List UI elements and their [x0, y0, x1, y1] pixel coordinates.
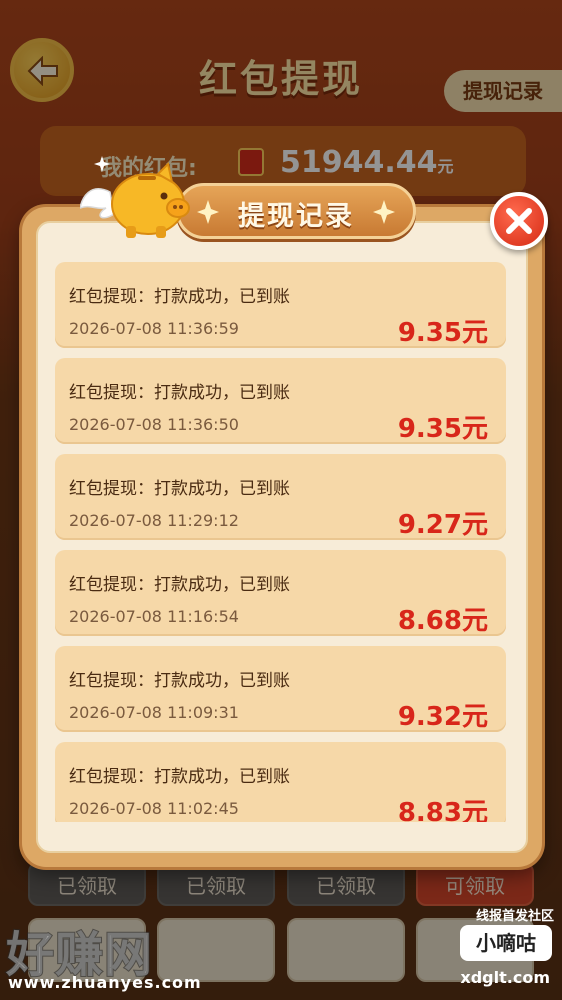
- record-desc: 红包提现：打款成功，已到账: [69, 479, 290, 499]
- record-time: 2026-07-08 11:02:45: [69, 799, 239, 818]
- close-icon: [506, 208, 532, 234]
- record-item: 红包提现：打款成功，已到账 2026-07-08 11:36:50 9.35元: [55, 358, 506, 444]
- record-time: 2026-07-08 11:16:54: [69, 607, 239, 626]
- record-item: 红包提现：打款成功，已到账 2026-07-08 11:02:45 8.83元: [55, 742, 506, 822]
- sparkle-icon: [373, 200, 395, 224]
- record-time: 2026-07-08 11:09:31: [69, 703, 239, 722]
- modal-title-banner: 提现记录: [176, 183, 416, 239]
- record-item: 红包提现：打款成功，已到账 2026-07-08 11:36:59 9.35元: [55, 262, 506, 348]
- record-desc: 红包提现：打款成功，已到账: [69, 767, 290, 787]
- record-desc: 红包提现：打款成功，已到账: [69, 575, 290, 595]
- record-amount: 9.32元: [397, 702, 488, 732]
- record-desc: 红包提现：打款成功，已到账: [69, 671, 290, 691]
- record-list[interactable]: 红包提现：打款成功，已到账 2026-07-08 11:36:59 9.35元 …: [55, 262, 506, 822]
- record-time: 2026-07-08 11:29:12: [69, 511, 239, 530]
- record-amount: 9.27元: [397, 510, 488, 540]
- watermark-badge: 小嘀咕: [460, 925, 552, 961]
- record-desc: 红包提现：打款成功，已到账: [69, 383, 290, 403]
- record-item: 红包提现：打款成功，已到账 2026-07-08 11:09:31 9.32元: [55, 646, 506, 732]
- record-item: 红包提现：打款成功，已到账 2026-07-08 11:29:12 9.27元: [55, 454, 506, 540]
- watermark-site-url: xdglt.com: [460, 968, 550, 987]
- record-amount: 8.83元: [397, 798, 488, 822]
- record-item: 红包提现：打款成功，已到账 2026-07-08 11:16:54 8.68元: [55, 550, 506, 636]
- record-time: 2026-07-08 11:36:50: [69, 415, 239, 434]
- record-amount: 8.68元: [397, 606, 488, 636]
- record-time: 2026-07-08 11:36:59: [69, 319, 239, 338]
- record-desc: 红包提现：打款成功，已到账: [69, 287, 290, 307]
- watermark-slogan: 线报首发社区: [475, 909, 554, 924]
- record-amount: 9.35元: [397, 318, 488, 348]
- close-button[interactable]: [490, 192, 548, 250]
- watermark-url: www.zhuanyes.com: [8, 973, 202, 992]
- record-amount: 9.35元: [397, 414, 488, 444]
- site-watermark-left: 好赚网 www.zhuanyes.com: [2, 915, 201, 995]
- winged-piggy-bank-icon: [80, 156, 190, 238]
